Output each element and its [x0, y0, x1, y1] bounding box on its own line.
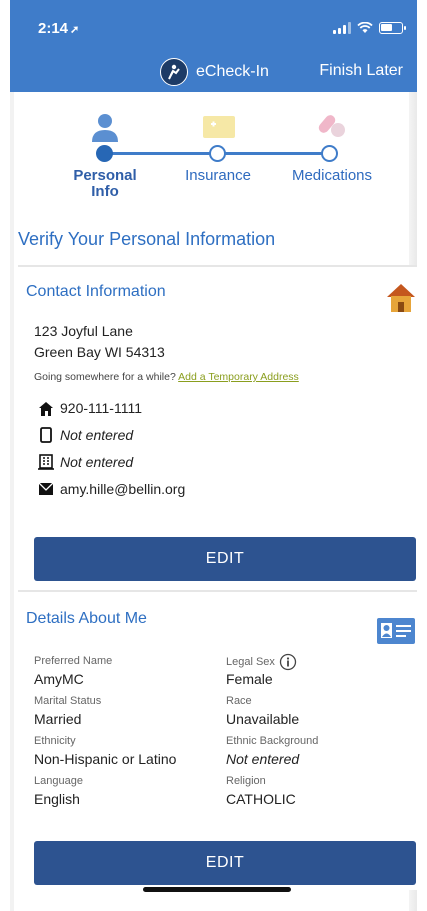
step-dot-insurance[interactable]: [209, 145, 226, 162]
legal-sex-label-text: Legal Sex: [226, 656, 275, 668]
work-phone-value: Not entered: [60, 454, 134, 470]
cellular-signal-icon: [333, 22, 351, 34]
ethnicity-label: Ethnicity: [34, 735, 76, 747]
email-row: amy.hille@bellin.org: [38, 481, 185, 497]
left-edge: [10, 92, 14, 911]
work-phone-row: Not entered: [38, 454, 133, 470]
details-card-title: Details About Me: [26, 610, 147, 627]
person-icon: [92, 114, 118, 142]
details-edit-button[interactable]: EDIT: [34, 841, 416, 885]
home-phone-value: 920-111-1111: [60, 400, 142, 416]
page-title: Verify Your Personal Information: [18, 229, 276, 249]
religion-label: Religion: [226, 775, 266, 787]
legal-sex-value: Female: [226, 671, 273, 687]
wifi-icon: [357, 22, 373, 33]
contact-card-title: Contact Information: [26, 283, 166, 300]
ethnic-background-value: Not entered: [226, 751, 300, 767]
race-value: Unavailable: [226, 711, 300, 727]
location-arrow-icon: ➚: [70, 24, 80, 36]
mobile-phone-value: Not entered: [60, 427, 134, 443]
app-screen: 2:14 ➚ eCheck-In Finish Later Personal I…: [10, 0, 417, 911]
step-label-insurance[interactable]: Insurance: [170, 168, 266, 184]
ethnicity-value: Non-Hispanic or Latino: [34, 751, 177, 767]
envelope-icon: [38, 481, 54, 497]
language-label: Language: [34, 775, 83, 787]
address-line-1: 123 Joyful Lane: [34, 323, 133, 339]
preferred-name-value: AmyMC: [34, 671, 84, 687]
marital-status-value: Married: [34, 711, 82, 727]
app-title: eCheck-In: [160, 58, 269, 86]
religion-value: CATHOLIC: [226, 791, 296, 807]
step-dot-personal[interactable]: [96, 145, 113, 162]
address-line-2: Green Bay WI 54313: [34, 344, 165, 360]
home-indicator[interactable]: [143, 887, 291, 892]
header-bar: 2:14 ➚ eCheck-In Finish Later: [10, 0, 417, 92]
insurance-card-icon: [203, 116, 235, 138]
race-label: Race: [226, 695, 252, 707]
id-card-icon: [377, 618, 415, 644]
temp-hint-text: Going somewhere for a while?: [34, 371, 176, 383]
legal-sex-label: Legal Sex: [226, 653, 297, 671]
app-name: eCheck-In: [196, 63, 269, 80]
details-card: Details About Me Preferred Name AmyMC Le…: [18, 590, 417, 890]
contact-card: Contact Information 123 Joyful Lane Gree…: [18, 265, 417, 590]
office-building-icon: [38, 454, 54, 470]
battery-icon: [379, 22, 406, 34]
contact-edit-button[interactable]: EDIT: [34, 537, 416, 581]
email-value: amy.hille@bellin.org: [60, 481, 186, 497]
mobile-phone-icon: [38, 427, 54, 443]
add-temporary-address-link[interactable]: Add a Temporary Address: [178, 371, 299, 383]
home-phone-row: 920-111-1111: [38, 400, 142, 416]
pill-icon: [318, 115, 345, 137]
language-value: English: [34, 791, 80, 807]
status-time: 2:14 ➚: [38, 20, 79, 37]
preferred-name-label: Preferred Name: [34, 655, 113, 667]
ethnic-background-label: Ethnic Background: [226, 735, 319, 747]
mobile-phone-row: Not entered: [38, 427, 133, 443]
home-phone-icon: [38, 400, 54, 416]
clock-text: 2:14: [38, 20, 69, 37]
info-icon[interactable]: [279, 653, 297, 671]
marital-status-label: Marital Status: [34, 695, 102, 707]
step-label-personal[interactable]: Personal Info: [60, 168, 150, 200]
temp-address-hint: Going somewhere for a while? Add a Tempo…: [34, 371, 299, 383]
bellin-logo-icon: [160, 58, 188, 86]
step-label-medications[interactable]: Medications: [276, 168, 388, 184]
status-icons: [333, 22, 406, 34]
step-dot-medications[interactable]: [321, 145, 338, 162]
house-icon: [387, 284, 415, 312]
finish-later-button[interactable]: Finish Later: [319, 62, 403, 80]
